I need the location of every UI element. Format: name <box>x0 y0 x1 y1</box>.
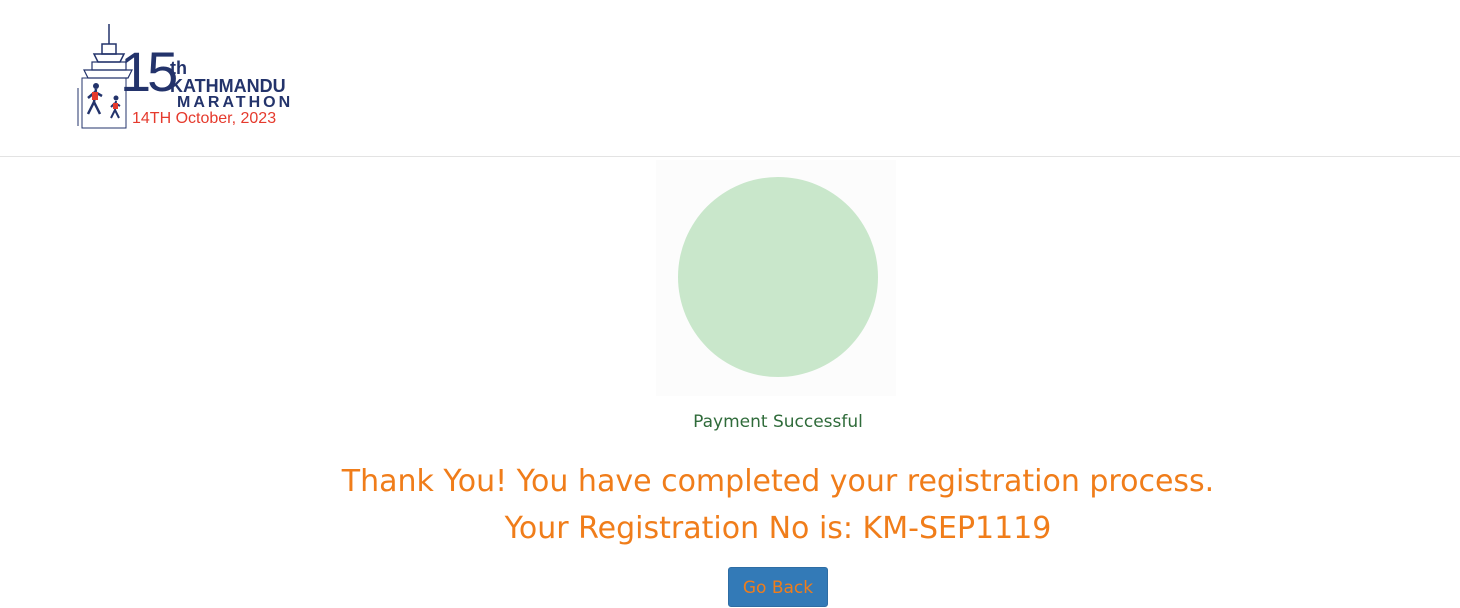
payment-status-text: Payment Successful <box>693 412 863 432</box>
marathon-logo[interactable]: 15 th KATHMANDU MARATHON 14TH October, 2… <box>74 22 314 134</box>
logo-date: 14TH October, 2023 <box>132 110 277 127</box>
go-back-button[interactable]: Go Back <box>728 567 828 607</box>
logo-edition-number: 15 <box>120 40 178 103</box>
success-check-icon <box>678 177 878 377</box>
thank-you-message: Thank You! You have completed your regis… <box>341 464 1215 499</box>
registration-number-message: Your Registration No is: KM-SEP1119 <box>504 511 1052 546</box>
site-header: 15 th KATHMANDU MARATHON 14TH October, 2… <box>0 0 1460 157</box>
